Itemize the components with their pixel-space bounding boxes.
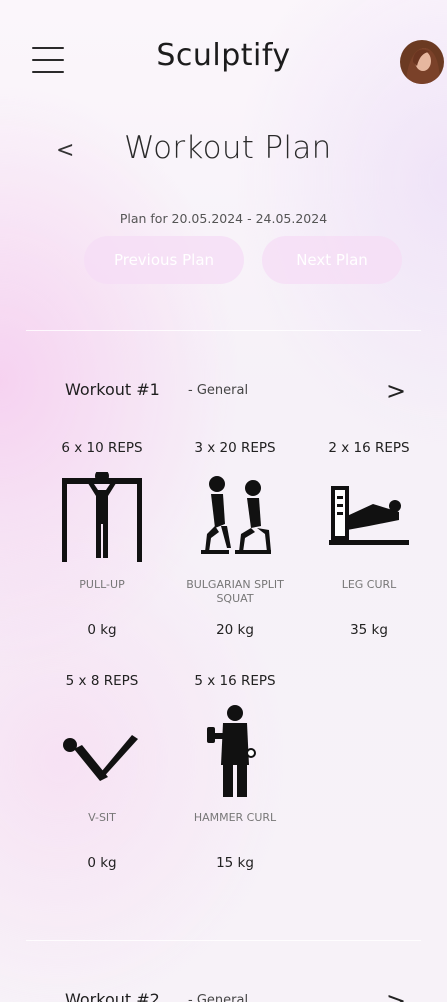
exercise-weight: 35 kg xyxy=(350,622,388,638)
exercise-name: PULL-UP xyxy=(79,578,125,591)
exercise-weight: 0 kg xyxy=(87,855,117,871)
app-header: Sculptify xyxy=(0,0,447,110)
v-sit-icon xyxy=(62,705,142,799)
chevron-right-icon[interactable]: > xyxy=(386,984,408,1002)
workout-name: Workout #2 xyxy=(65,990,160,1002)
exercise-name: LEG CURL xyxy=(341,578,397,591)
exercise-reps: 6 x 10 REPS xyxy=(61,440,143,456)
workout-header[interactable]: Workout #1 - General > xyxy=(0,374,447,408)
divider xyxy=(26,940,421,941)
exercise-card[interactable]: 5 x 16 REPS HAMMER CURL 15 kg xyxy=(175,673,295,871)
workout-type: - General xyxy=(188,383,249,398)
exercise-weight: 15 kg xyxy=(216,855,254,871)
exercise-card[interactable]: 3 x 20 REPS BULGARIAN SPLIT SQUAT 20 kg xyxy=(175,440,295,640)
pull-up-icon xyxy=(62,469,142,566)
exercise-reps: 2 x 16 REPS xyxy=(328,440,410,456)
divider xyxy=(26,330,421,331)
split-squat-icon xyxy=(195,472,275,566)
workout-name: Workout #1 xyxy=(65,380,160,399)
avatar[interactable] xyxy=(400,40,444,84)
exercise-weight: 0 kg xyxy=(87,622,117,638)
page-heading: < Workout Plan xyxy=(0,130,447,190)
back-chevron-icon[interactable]: < xyxy=(56,138,76,164)
previous-plan-button[interactable]: Previous Plan xyxy=(84,236,244,284)
page-title: Workout Plan xyxy=(124,130,332,166)
exercise-reps: 3 x 20 REPS xyxy=(194,440,276,456)
exercise-card[interactable]: 5 x 8 REPS V-SIT 0 kg xyxy=(42,673,162,871)
exercise-weight: 20 kg xyxy=(216,622,254,638)
plan-date-range: Plan for 20.05.2024 - 24.05.2024 xyxy=(119,211,328,226)
hammer-curl-icon xyxy=(195,705,275,799)
exercise-name: BULGARIAN SPLIT SQUAT xyxy=(186,578,284,605)
app-title: Sculptify xyxy=(156,38,291,73)
exercise-name: V-SIT xyxy=(88,811,116,824)
chevron-right-icon[interactable]: > xyxy=(386,374,408,408)
workout-header[interactable]: Workout #2 - General > xyxy=(0,984,447,1002)
workout-type: - General xyxy=(188,993,249,1002)
next-plan-button[interactable]: Next Plan xyxy=(262,236,402,284)
exercise-card[interactable]: 2 x 16 REPS LEG CURL 35 kg xyxy=(309,440,429,640)
exercise-card[interactable]: 6 x 10 REPS PULL-UP 0 kg xyxy=(42,440,162,640)
leg-curl-machine-icon xyxy=(329,472,409,566)
exercise-reps: 5 x 16 REPS xyxy=(194,673,276,689)
exercise-reps: 5 x 8 REPS xyxy=(65,673,139,689)
exercise-name: HAMMER CURL xyxy=(193,811,277,824)
